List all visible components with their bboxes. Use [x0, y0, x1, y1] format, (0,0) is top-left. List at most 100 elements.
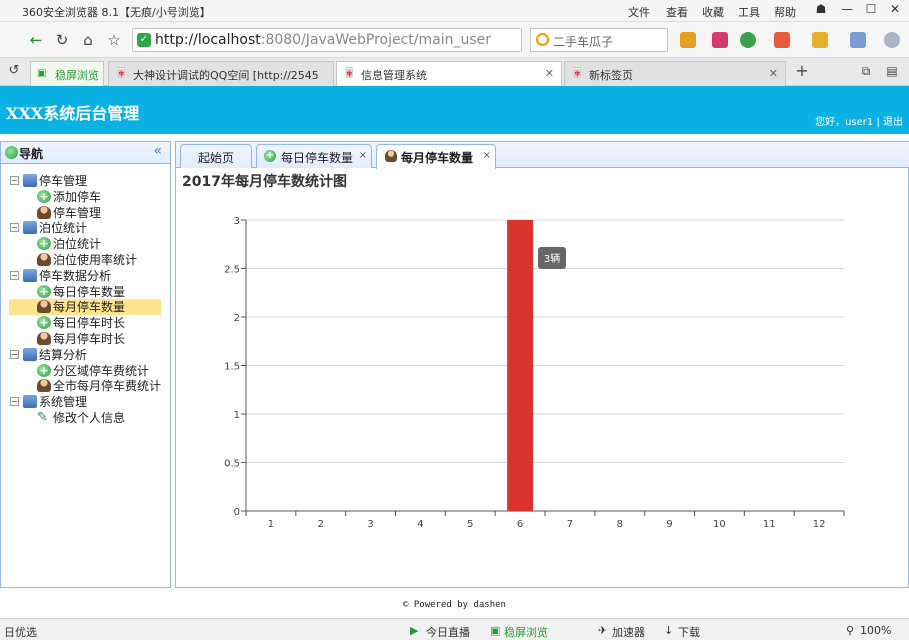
- tree-group-4[interactable]: − 系统管理: [1, 394, 161, 410]
- browser-tab-stable[interactable]: ▣ 稳屏浏览: [30, 61, 104, 86]
- user-greeting[interactable]: 您好，user1 | 退出: [815, 113, 903, 128]
- tree-group-1[interactable]: − 泊位统计: [1, 220, 161, 236]
- user-icon: [37, 379, 51, 393]
- reader-icon[interactable]: [774, 32, 790, 48]
- x-tick-label: 7: [567, 519, 573, 530]
- collapse-toggle-icon[interactable]: −: [10, 349, 19, 359]
- menu-tools[interactable]: 工具: [738, 4, 760, 20]
- tree-group-label: 停车数据分析: [39, 268, 112, 283]
- tab-home[interactable]: 起始页: [180, 144, 252, 168]
- collapse-toggle-icon[interactable]: −: [10, 397, 19, 407]
- apps-icon[interactable]: [680, 32, 696, 48]
- tree-item[interactable]: + 添加停车: [9, 189, 161, 205]
- status-download[interactable]: 下载: [678, 624, 700, 640]
- url-host: http://localhost: [155, 32, 261, 48]
- close-tab-icon[interactable]: ×: [359, 150, 367, 161]
- browser-tab-label: 稳屏浏览: [55, 69, 99, 82]
- plus-icon: +: [264, 150, 276, 162]
- y-tick-label: 2: [234, 313, 240, 324]
- search-input[interactable]: 二手车瓜子: [530, 28, 668, 52]
- url-input[interactable]: ✓ http://localhost:8080/JavaWebProject/m…: [132, 28, 522, 52]
- tab-daily-count[interactable]: + 每日停车数量 ×: [256, 144, 372, 168]
- sidebar-header: 导航 «: [1, 142, 170, 164]
- tree-item-label: 每月停车时长: [53, 332, 126, 346]
- tree-item[interactable]: + 每日停车时长: [9, 315, 161, 331]
- restore-icon[interactable]: ↺: [4, 61, 24, 81]
- y-tick-label: 1: [234, 410, 240, 421]
- mail-icon[interactable]: [812, 32, 828, 48]
- x-tick-label: 2: [318, 519, 324, 530]
- y-tick-label: 2.5: [224, 265, 240, 276]
- content-tab-bar: 起始页 + 每日停车数量 × 每月停车数量 ×: [176, 142, 909, 169]
- status-left-text[interactable]: 日优选: [4, 624, 37, 640]
- status-accelerator[interactable]: 加速器: [612, 624, 645, 640]
- tooltip-text: 3辆: [544, 252, 560, 265]
- tree-item[interactable]: 泊位使用率统计: [9, 252, 161, 268]
- tree-item-label: 每月停车数量: [53, 300, 126, 315]
- close-tab-icon[interactable]: ✕: [769, 67, 778, 80]
- tab-monthly-count[interactable]: 每月停车数量 ×: [376, 144, 496, 169]
- x-tick-label: 12: [813, 519, 826, 530]
- zoom-level[interactable]: 100%: [860, 624, 891, 637]
- plus-icon: +: [37, 316, 51, 330]
- refresh-icon[interactable]: ↻: [52, 30, 72, 50]
- tree-item[interactable]: 全市每月停车费统计: [9, 378, 161, 394]
- collapse-toggle-icon[interactable]: −: [10, 223, 19, 233]
- home-icon[interactable]: ⌂: [78, 30, 98, 50]
- new-tab-button[interactable]: +: [792, 61, 812, 81]
- collapse-toggle-icon[interactable]: −: [10, 176, 19, 185]
- tree-item-label: 每日停车时长: [53, 316, 126, 331]
- menu-help[interactable]: 帮助: [774, 4, 796, 20]
- tab-menu-icon[interactable]: ▤: [882, 61, 902, 81]
- menu-view[interactable]: 查看: [666, 4, 688, 20]
- bar[interactable]: [507, 220, 534, 511]
- tree-item[interactable]: + 泊位统计: [9, 236, 161, 252]
- collapse-icon[interactable]: «: [153, 143, 162, 159]
- maximize-icon[interactable]: ☐: [860, 2, 882, 18]
- game-icon[interactable]: [850, 32, 866, 48]
- tab-label: 每月停车数量: [401, 151, 474, 165]
- browser-tab-active[interactable]: 🀄 信息管理系统 ✕: [336, 61, 562, 87]
- x-tick-label: 6: [517, 519, 523, 530]
- star-icon[interactable]: ☆: [104, 30, 124, 50]
- browser-tab-new[interactable]: 🀄 新标签页 ✕: [564, 61, 786, 86]
- close-tab-icon[interactable]: ✕: [545, 67, 554, 80]
- browser-tab-qq[interactable]: 🀄 大神设计调试的QQ空间 [http://2545: [108, 61, 334, 86]
- browser-tab-label: 信息管理系统: [361, 69, 427, 82]
- tab-list-icon[interactable]: ⧉: [856, 61, 876, 81]
- app-header: XXX系统后台管理 您好，user1 | 退出: [0, 86, 909, 134]
- tree-item[interactable]: 每月停车数量: [9, 299, 161, 316]
- zoom-icon: ⚲: [846, 624, 855, 637]
- x-tick-label: 8: [617, 519, 623, 530]
- tree-item[interactable]: 每月停车时长: [9, 331, 161, 347]
- menu-favorites[interactable]: 收藏: [702, 4, 724, 20]
- tree-group-label: 系统管理: [39, 395, 88, 410]
- tree-item[interactable]: + 每日停车数量: [9, 284, 161, 300]
- minimize-icon[interactable]: —: [836, 2, 858, 18]
- weibo-icon[interactable]: [712, 32, 728, 48]
- user-icon: [37, 205, 51, 219]
- browser-title-bar: 360安全浏览器 8.1【无痕/小号浏览】 文件 查看 收藏 工具 帮助 ☗ —…: [0, 0, 909, 22]
- skin-icon[interactable]: ☗: [810, 2, 832, 18]
- tree-group-0[interactable]: − 停车管理: [1, 173, 161, 189]
- tree-group-2[interactable]: − 停车数据分析: [1, 268, 161, 284]
- close-tab-icon[interactable]: ×: [483, 150, 491, 161]
- tree-item-label: 全市每月停车费统计: [53, 379, 162, 394]
- plus-icon: +: [37, 284, 51, 298]
- translate-icon[interactable]: [740, 32, 756, 48]
- tree-group-3[interactable]: − 结算分析: [1, 347, 161, 363]
- tree-item[interactable]: + 分区域停车费统计: [9, 363, 161, 379]
- back-icon[interactable]: ←: [26, 30, 46, 50]
- settings-icon[interactable]: [884, 32, 900, 48]
- menu-file[interactable]: 文件: [628, 4, 650, 20]
- close-icon[interactable]: ✕: [884, 2, 906, 18]
- tree-item[interactable]: 停车管理: [9, 205, 161, 221]
- tree-item-label: 停车管理: [53, 205, 102, 220]
- collapse-toggle-icon[interactable]: −: [10, 270, 19, 280]
- status-stable[interactable]: 稳屏浏览: [504, 624, 548, 640]
- status-live[interactable]: 今日直播: [426, 624, 470, 640]
- x-tick-label: 11: [763, 519, 776, 530]
- tab-label: 每日停车数量: [281, 151, 354, 165]
- tree-item[interactable]: ✎ 修改个人信息: [9, 410, 161, 426]
- tree-group-label: 停车管理: [39, 174, 88, 188]
